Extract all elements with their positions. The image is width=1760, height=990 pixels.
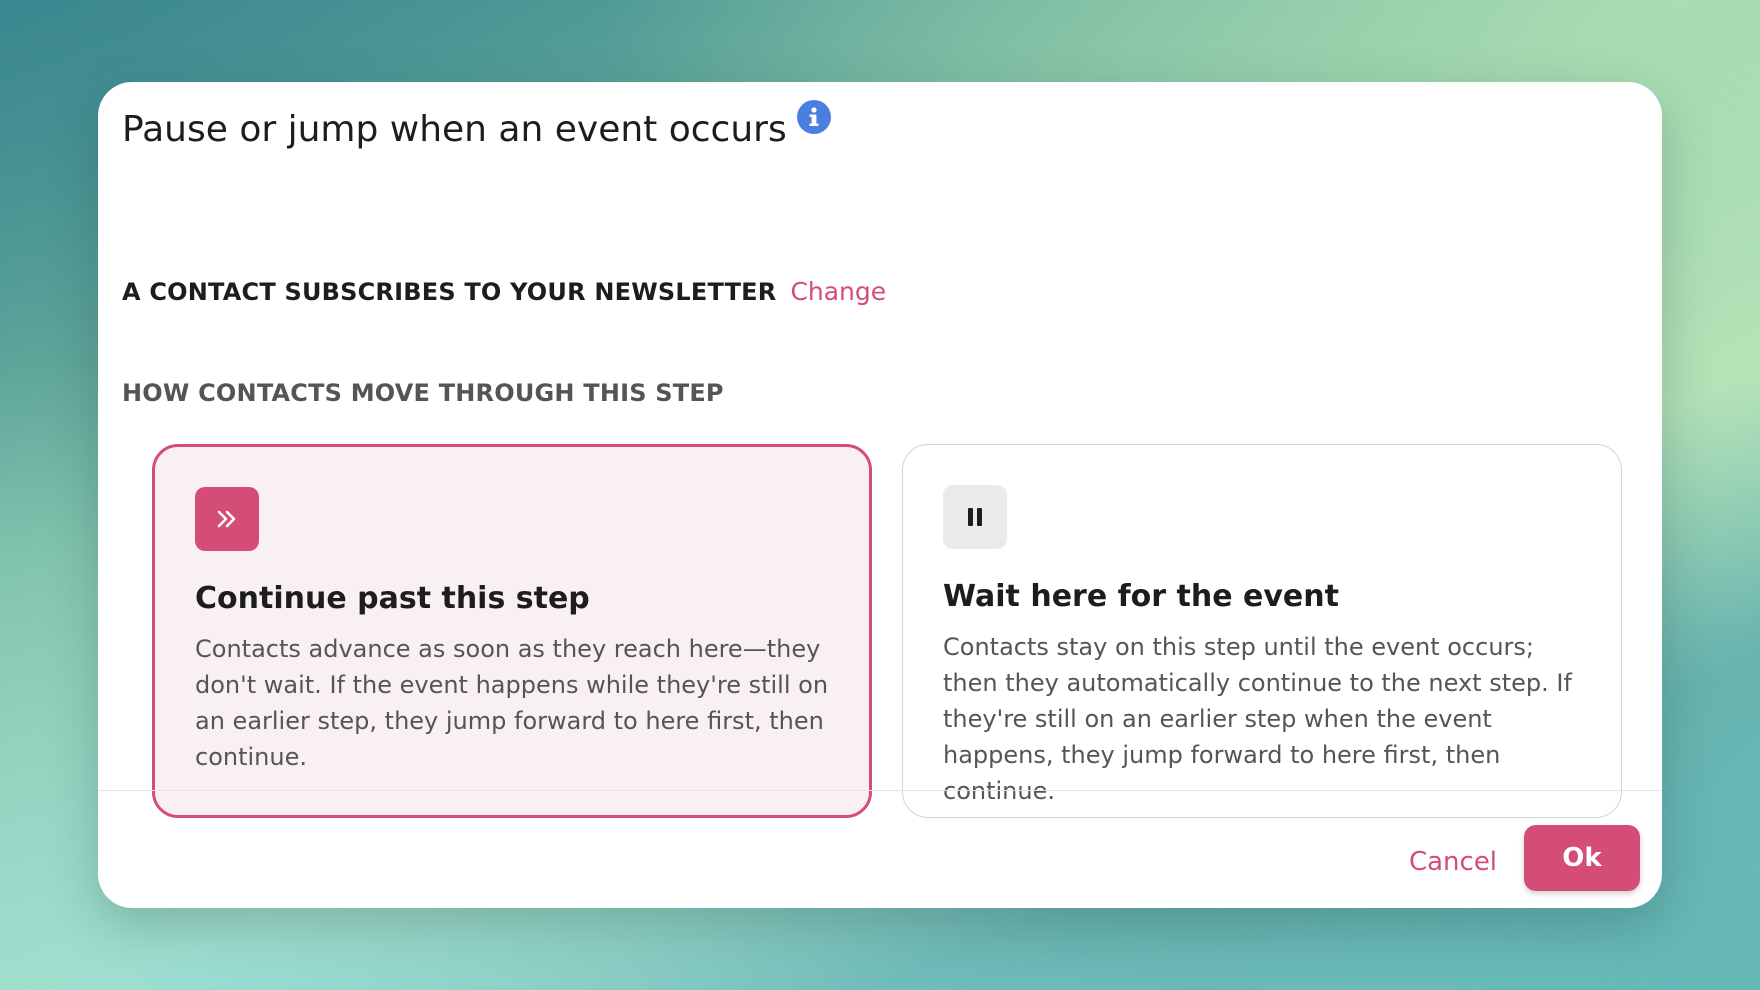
footer-divider bbox=[98, 790, 1662, 791]
pause-icon-glyph bbox=[968, 508, 982, 526]
info-icon[interactable] bbox=[796, 100, 831, 134]
title-row: Pause or jump when an event occurs bbox=[122, 100, 831, 151]
event-dialog: Pause or jump when an event occurs A CON… bbox=[98, 82, 1662, 908]
option-title: Wait here for the event bbox=[943, 579, 1339, 614]
option-title: Continue past this step bbox=[195, 581, 590, 616]
info-icon-glyph bbox=[809, 107, 819, 126]
cancel-button[interactable]: Cancel bbox=[1388, 830, 1518, 894]
ok-button[interactable]: Ok bbox=[1524, 825, 1640, 891]
dialog-title: Pause or jump when an event occurs bbox=[122, 109, 787, 150]
option-continue[interactable]: Continue past this step Contacts advance… bbox=[152, 444, 872, 818]
event-name: A CONTACT SUBSCRIBES TO YOUR NEWSLETTER bbox=[122, 278, 777, 306]
double-chevron-right-icon bbox=[195, 487, 259, 551]
option-description: Contacts advance as soon as they reach h… bbox=[195, 635, 829, 771]
section-label: HOW CONTACTS MOVE THROUGH THIS STEP bbox=[122, 379, 724, 407]
pause-icon bbox=[943, 485, 1007, 549]
change-link[interactable]: Change bbox=[790, 277, 886, 306]
option-description: Contacts stay on this step until the eve… bbox=[943, 633, 1572, 805]
event-row: A CONTACT SUBSCRIBES TO YOUR NEWSLETTER … bbox=[122, 277, 886, 306]
double-chevron-right-icon-glyph bbox=[217, 510, 236, 528]
option-wait[interactable]: Wait here for the event Contacts stay on… bbox=[902, 444, 1622, 818]
